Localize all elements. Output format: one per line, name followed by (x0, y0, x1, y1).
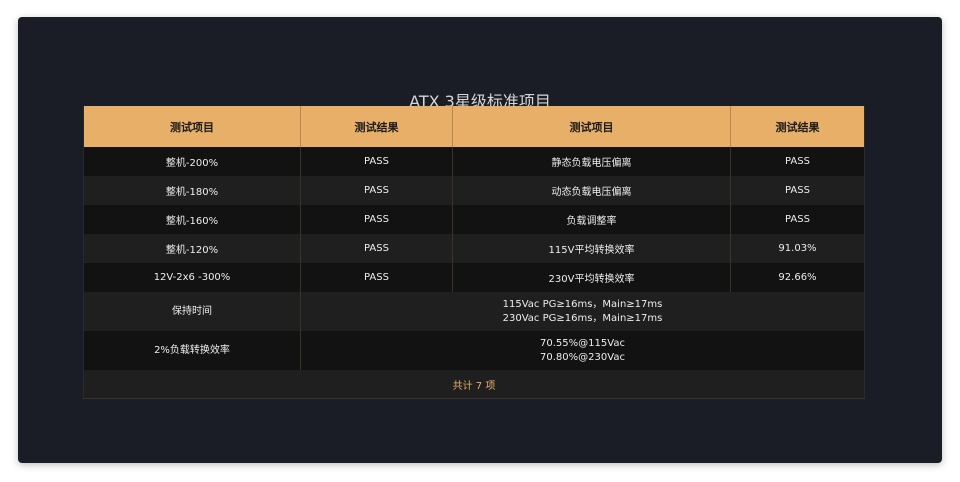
header-test-item: 测试项目 (452, 106, 731, 147)
table-cell: PASS (730, 176, 865, 205)
table-cell: 2%负载转换效率 (83, 331, 301, 370)
hold-time-value: 115Vac PG≥16ms，Main≥17ms 230Vac PG≥16ms，… (300, 292, 865, 331)
hold-time-line: 115Vac PG≥16ms，Main≥17ms (502, 298, 663, 310)
table-row-hold-time: 保持时间 115Vac PG≥16ms，Main≥17ms 230Vac PG≥… (83, 292, 865, 331)
table-cell: 12V-2x6 -300% (83, 263, 301, 292)
table-cell: 负载调整率 (452, 205, 731, 234)
table-row: 整机-120% PASS 115V平均转换效率 91.03% (83, 234, 865, 263)
table-cell: PASS (300, 147, 453, 176)
results-card: ATX 3星级标准项目 测试项目 测试结果 测试项目 测试结果 整机-200% … (18, 17, 942, 463)
header-test-result: 测试结果 (730, 106, 865, 147)
table-row: 整机-160% PASS 负载调整率 PASS (83, 205, 865, 234)
table-header-row: 测试项目 测试结果 测试项目 测试结果 (83, 106, 865, 147)
table-row: 整机-200% PASS 静态负载电压偏离 PASS (83, 147, 865, 176)
table-cell: PASS (730, 147, 865, 176)
table-row: 12V-2x6 -300% PASS 230V平均转换效率 92.66% (83, 263, 865, 292)
table-cell: PASS (300, 263, 453, 292)
table-footer: 共计 7 项 (83, 370, 865, 399)
results-table: 测试项目 测试结果 测试项目 测试结果 整机-200% PASS 静态负载电压偏… (83, 106, 865, 399)
table-cell: 91.03% (730, 234, 865, 263)
table-cell: 115V平均转换效率 (452, 234, 731, 263)
table-cell: 整机-180% (83, 176, 301, 205)
efficiency-line: 70.55%@115Vac (540, 337, 625, 349)
header-test-item: 测试项目 (83, 106, 301, 147)
table-cell: 230V平均转换效率 (452, 263, 731, 292)
hold-time-line: 230Vac PG≥16ms，Main≥17ms (502, 312, 663, 324)
table-cell: PASS (300, 234, 453, 263)
table-row-efficiency: 2%负载转换效率 70.55%@115Vac 70.80%@230Vac (83, 331, 865, 370)
table-cell: PASS (300, 176, 453, 205)
table-cell: PASS (730, 205, 865, 234)
table-cell: 整机-120% (83, 234, 301, 263)
table-cell: 92.66% (730, 263, 865, 292)
efficiency-value: 70.55%@115Vac 70.80%@230Vac (300, 331, 865, 370)
table-cell: 动态负载电压偏离 (452, 176, 731, 205)
table-cell: PASS (300, 205, 453, 234)
item-count: 共计 7 项 (83, 370, 865, 399)
table-cell: 静态负载电压偏离 (452, 147, 731, 176)
table-row: 整机-180% PASS 动态负载电压偏离 PASS (83, 176, 865, 205)
table-cell: 保持时间 (83, 292, 301, 331)
header-test-result: 测试结果 (300, 106, 453, 147)
table-cell: 整机-200% (83, 147, 301, 176)
efficiency-line: 70.80%@230Vac (540, 351, 625, 363)
table-cell: 整机-160% (83, 205, 301, 234)
